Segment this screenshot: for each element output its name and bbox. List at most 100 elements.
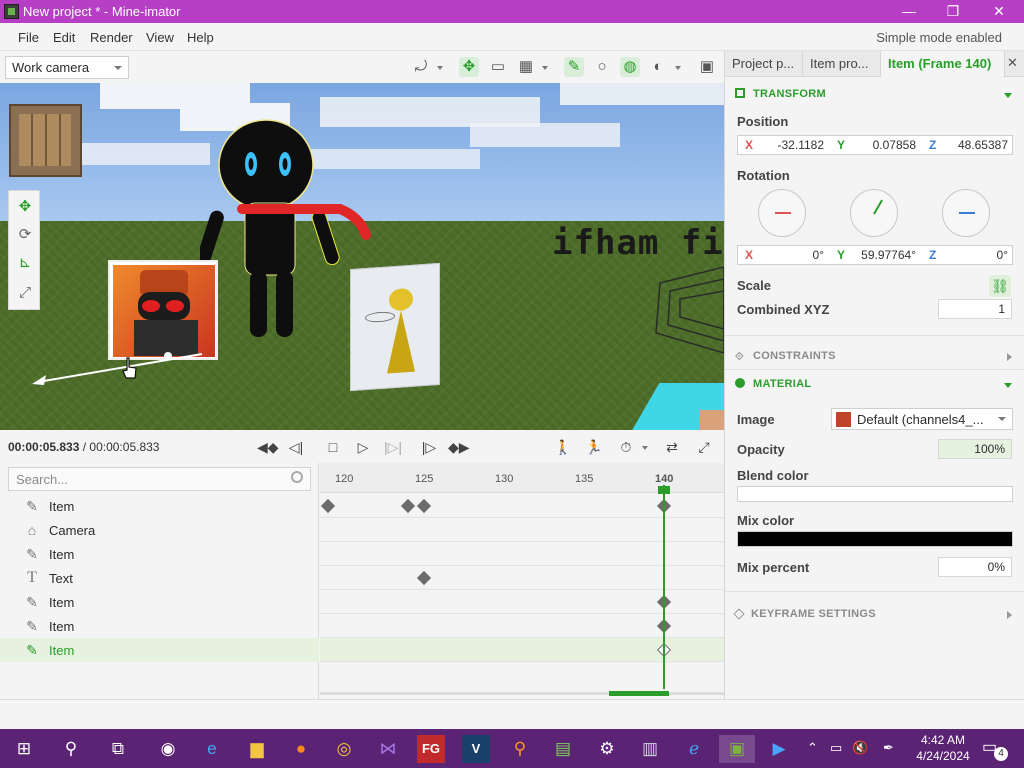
material-header[interactable]: MATERIAL: [735, 378, 811, 390]
rotation-z-dial[interactable]: [942, 189, 990, 237]
bend-icon[interactable]: ⤢: [15, 283, 35, 303]
mix-percent-field[interactable]: 0%: [938, 557, 1012, 577]
mine-imator-taskbar-icon[interactable]: ▣: [719, 735, 755, 763]
chevron-down-icon[interactable]: [642, 446, 648, 450]
tab-item-frame[interactable]: Item (Frame 140): [881, 51, 1005, 78]
chevron-right-icon[interactable]: [1007, 353, 1012, 361]
render-sphere-icon[interactable]: ◐: [648, 57, 668, 77]
blend-color-swatch[interactable]: [737, 486, 1013, 502]
position-y-field[interactable]: Y 0.07858: [830, 136, 922, 154]
chevron-down-icon[interactable]: [437, 66, 443, 70]
overlay-icon[interactable]: ▭: [488, 57, 508, 77]
volume-muted-icon[interactable]: 🔇: [852, 740, 868, 756]
fg-app-icon[interactable]: FG: [417, 735, 445, 763]
image-plane-frame[interactable]: [108, 260, 218, 360]
chevron-down-icon[interactable]: [1004, 93, 1012, 98]
snap-icon[interactable]: ⤾: [411, 57, 431, 77]
search-input[interactable]: Search...: [8, 467, 311, 491]
grid-icon[interactable]: ▦: [516, 57, 536, 77]
circle-icon[interactable]: ○: [592, 57, 612, 77]
windows-start-icon[interactable]: ⊞: [10, 735, 38, 763]
opacity-field[interactable]: 100%: [938, 439, 1012, 459]
settings-icon[interactable]: ⚙: [593, 735, 621, 763]
next-frame-icon[interactable]: |▷: [419, 437, 439, 457]
previous-frame-icon[interactable]: ◁|: [286, 437, 306, 457]
menu-file[interactable]: File: [18, 30, 39, 45]
v-app-icon[interactable]: V: [462, 735, 490, 763]
rotation-y-dial[interactable]: [850, 189, 898, 237]
next-keyframe-icon[interactable]: |▷|: [383, 437, 403, 457]
tree-item[interactable]: ✎ Item: [0, 542, 319, 566]
play-icon[interactable]: ▷: [353, 437, 373, 457]
tray-chevron-icon[interactable]: ⌃: [807, 740, 818, 756]
jump-end-icon[interactable]: ◆▶: [448, 437, 470, 457]
transform-header[interactable]: TRANSFORM: [735, 88, 826, 100]
combined-xyz-field[interactable]: 1: [938, 299, 1012, 319]
minimize-button[interactable]: —: [886, 0, 932, 23]
close-window-button[interactable]: ✕: [976, 0, 1022, 23]
position-x-field[interactable]: X -32.1182: [738, 136, 830, 154]
timeline-scrollbar[interactable]: [609, 691, 669, 696]
file-explorer-icon[interactable]: ▆: [243, 735, 271, 763]
chrome-icon[interactable]: ◎: [330, 735, 358, 763]
chart-app-icon[interactable]: ▤: [549, 735, 577, 763]
network-icon[interactable]: ▭: [830, 740, 842, 756]
popout-icon[interactable]: ⤢: [694, 437, 714, 457]
move-icon[interactable]: ✥: [15, 197, 35, 217]
visual-studio-icon[interactable]: ⋈: [374, 735, 402, 763]
tab-item-properties[interactable]: Item pro...: [803, 51, 881, 77]
paper-image-plane[interactable]: [350, 262, 440, 392]
maximize-button[interactable]: ❐: [930, 0, 976, 23]
keyframe-timeline[interactable]: 120 125 130 135 140: [320, 463, 724, 699]
camera-select[interactable]: Work camera: [5, 56, 129, 79]
brush-icon[interactable]: ✎: [564, 57, 584, 77]
walk-icon[interactable]: 🚶: [553, 437, 573, 457]
magnifier-app-icon[interactable]: ⚲: [506, 735, 534, 763]
rotation-y-field[interactable]: Y 59.97764°: [830, 246, 922, 264]
tree-item[interactable]: ✎ Item: [0, 590, 319, 614]
link-icon[interactable]: ⛓: [989, 275, 1011, 297]
system-clock[interactable]: 4:42 AM 4/24/2024: [912, 732, 974, 764]
media-player-icon[interactable]: ▶: [765, 735, 793, 763]
3d-text-object[interactable]: ifham fi: [552, 223, 724, 263]
image-select[interactable]: Default (channels4_...: [831, 408, 1013, 430]
playhead-marker[interactable]: [658, 486, 670, 494]
timer-icon[interactable]: ⏱: [616, 437, 636, 457]
rotate-icon[interactable]: ⟳: [15, 225, 35, 245]
shading-icon[interactable]: ◍: [620, 57, 640, 77]
firefox-icon[interactable]: ●: [287, 735, 315, 763]
tree-item[interactable]: ✎ Item: [0, 614, 319, 638]
fullscreen-viewport-icon[interactable]: ▣: [697, 57, 717, 77]
image-viewer-icon[interactable]: ▥: [636, 735, 664, 763]
loop-icon[interactable]: ⇄: [662, 437, 682, 457]
constraints-header[interactable]: ⟐ CONSTRAINTS: [735, 350, 836, 363]
run-icon[interactable]: 🏃: [584, 437, 604, 457]
3d-viewport[interactable]: ✥ ⟳ ⊾ ⤢ ifham fi: [0, 83, 724, 430]
search-icon[interactable]: ⚲: [57, 735, 85, 763]
scale-icon[interactable]: ⊾: [15, 253, 35, 273]
close-panel-icon[interactable]: ✕: [1007, 55, 1018, 71]
menu-edit[interactable]: Edit: [53, 30, 75, 45]
chevron-right-icon[interactable]: [1007, 611, 1012, 619]
position-z-field[interactable]: Z 48.65387: [922, 136, 1014, 154]
tree-item-selected[interactable]: ✎ Item: [0, 638, 319, 662]
stop-icon[interactable]: □: [323, 437, 343, 457]
playhead[interactable]: [663, 485, 665, 689]
menu-render[interactable]: Render: [90, 30, 133, 45]
wireframe-object[interactable]: [650, 263, 724, 363]
menu-help[interactable]: Help: [187, 30, 214, 45]
move-tool-icon[interactable]: ✥: [459, 57, 479, 77]
rotation-z-field[interactable]: Z 0°: [922, 246, 1014, 264]
mix-color-swatch[interactable]: [737, 531, 1013, 547]
rotation-x-dial[interactable]: [758, 189, 806, 237]
tree-item[interactable]: T Text: [0, 566, 319, 590]
internet-explorer-icon[interactable]: e: [198, 735, 226, 763]
pen-icon[interactable]: ✒: [883, 740, 894, 756]
election-app-icon[interactable]: ◉: [154, 735, 182, 763]
edge-icon[interactable]: ℯ: [680, 735, 708, 763]
tree-item[interactable]: ⌂ Camera: [0, 518, 319, 542]
task-view-icon[interactable]: ⧉: [104, 735, 132, 763]
chevron-down-icon[interactable]: [542, 66, 548, 70]
chevron-down-icon[interactable]: [1004, 383, 1012, 388]
chevron-down-icon[interactable]: [675, 66, 681, 70]
